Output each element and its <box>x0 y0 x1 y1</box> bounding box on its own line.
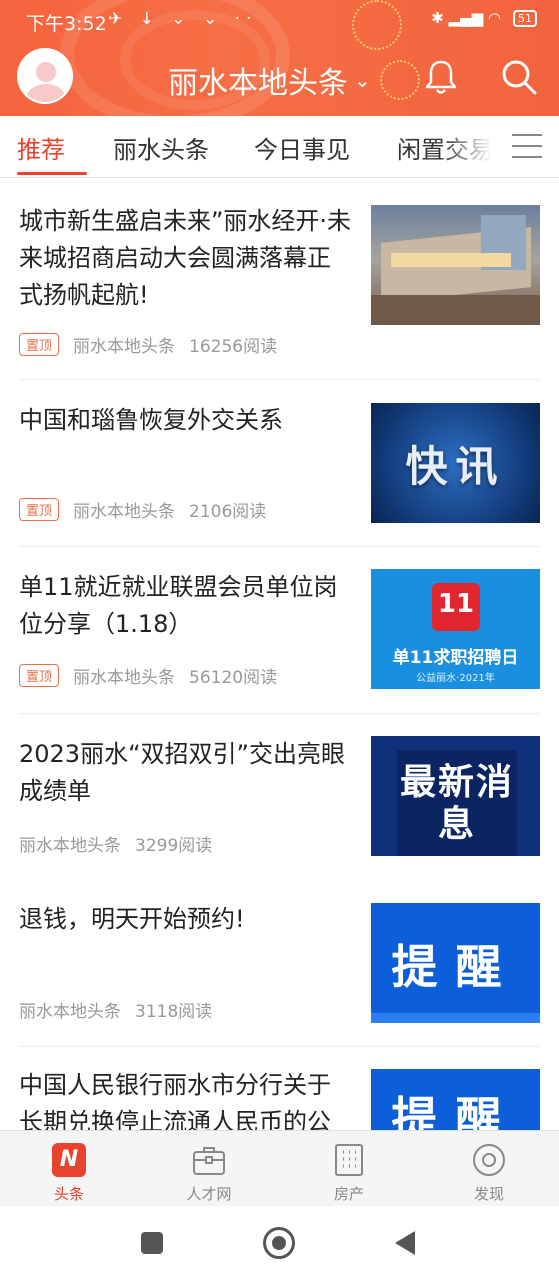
news-reads: 56120阅读 <box>189 668 278 688</box>
list-item[interactable]: 2023丽水“双招双引”交出亮眼成绩单 丽水本地头条 3299阅读 最新消息 <box>0 714 559 880</box>
avatar[interactable] <box>17 48 73 104</box>
job-fair-logo: 11 <box>432 583 480 631</box>
discover-icon <box>473 1144 505 1176</box>
news-thumbnail: 11 单11求职招聘日 公益丽水·2021年 <box>371 569 540 689</box>
thumbnail-text: 单11求职招聘日 <box>392 648 519 668</box>
home-button[interactable] <box>263 1227 295 1259</box>
signal-icons: ✱ ▂▄▆ ◠ <box>431 9 501 27</box>
nav-label: 房产 <box>333 1185 364 1203</box>
status-bar: 下午3:52 ✈ ↓ ⌄ ⌄ ·· ✱ ▂▄▆ ◠ 51 <box>0 0 559 40</box>
list-item[interactable]: 退钱，明天开始预约! 丽水本地头条 3118阅读 提醒 <box>0 881 559 1047</box>
briefcase-icon <box>193 1147 225 1175</box>
notification-icons: ✈ ↓ ⌄ ⌄ ·· <box>108 9 258 29</box>
thumbnail-text: 快讯 <box>405 441 506 491</box>
app-header: 下午3:52 ✈ ↓ ⌄ ⌄ ·· ✱ ▂▄▆ ◠ 51 丽水本地头条 ⌄ <box>0 0 559 116</box>
news-title: 城市新生盛启未来”丽水经开·未来城招商启动大会圆满落幕正式扬帆起航! <box>19 207 352 309</box>
news-thumbnail <box>371 205 540 325</box>
nav-talent[interactable]: 人才网 <box>164 1131 254 1207</box>
news-source: 丽水本地头条 <box>73 668 176 688</box>
news-thumbnail: 最新消息 <box>371 736 540 856</box>
nav-property[interactable]: 房产 <box>304 1131 394 1207</box>
list-item[interactable]: 中国和瑙鲁恢复外交关系 置顶 丽水本地头条 2106阅读 快讯 <box>0 380 559 546</box>
news-source: 丽水本地头条 <box>73 337 176 357</box>
news-title: 中国和瑙鲁恢复外交关系 <box>19 406 283 434</box>
avatar-head <box>36 62 56 82</box>
news-reads: 16256阅读 <box>189 337 278 357</box>
news-thumbnail: 提醒 <box>371 1069 540 1130</box>
chevron-down-icon: ⌄ <box>354 68 371 92</box>
nav-label: 发现 <box>473 1185 504 1203</box>
app-title: 丽水本地头条 <box>168 66 348 101</box>
nav-discover[interactable]: 发现 <box>444 1131 534 1207</box>
headlines-icon: N <box>52 1143 86 1177</box>
news-meta: 置顶 丽水本地头条 56120阅读 <box>19 663 277 688</box>
pinned-badge: 置顶 <box>19 664 60 687</box>
system-nav-bar <box>0 1206 559 1280</box>
nav-headlines[interactable]: N 头条 <box>24 1131 114 1207</box>
news-feed: 城市新生盛启未来”丽水经开·未来城招商启动大会圆满落幕正式扬帆起航! 置顶 丽水… <box>0 179 559 1130</box>
news-reads: 2106阅读 <box>189 502 267 522</box>
building-icon <box>335 1144 363 1176</box>
tab-today[interactable]: 今日事见 <box>254 130 350 165</box>
news-source: 丽水本地头条 <box>19 836 121 856</box>
category-tabs: 推荐 丽水头条 今日事见 闲置交易 <box>0 116 559 178</box>
list-item[interactable]: 城市新生盛启未来”丽水经开·未来城招商启动大会圆满落幕正式扬帆起航! 置顶 丽水… <box>0 179 559 379</box>
menu-icon[interactable] <box>512 134 542 160</box>
news-thumbnail: 提醒 <box>371 903 540 1023</box>
app-title-selector[interactable]: 丽水本地头条 ⌄ <box>168 58 371 102</box>
firework-decoration <box>380 60 420 100</box>
thumbnail-subtext: 公益丽水·2021年 <box>416 673 495 684</box>
thumbnail-text: 最新消息 <box>399 762 514 845</box>
news-reads: 3299阅读 <box>135 836 213 856</box>
news-title: 单11就近就业联盟会员单位岗位分享（1.18） <box>19 573 338 638</box>
news-meta: 置顶 丽水本地头条 2106阅读 <box>19 497 266 522</box>
thumbnail-text: 提醒 <box>391 940 520 994</box>
news-title: 中国人民银行丽水市分行关于长期兑换停止流通人民币的公 <box>19 1071 331 1130</box>
tab-fade <box>440 116 505 176</box>
news-source: 丽水本地头条 <box>73 502 176 522</box>
thumbnail-text: 提醒 <box>391 1092 520 1130</box>
status-right: ✱ ▂▄▆ ◠ 51 <box>431 9 537 27</box>
bell-icon[interactable] <box>424 58 458 96</box>
tab-lishui-headlines[interactable]: 丽水头条 <box>113 130 209 165</box>
news-source: 丽水本地头条 <box>19 1002 121 1022</box>
bottom-nav: N 头条 人才网 房产 发现 <box>0 1130 559 1206</box>
back-button[interactable] <box>395 1231 415 1255</box>
tab-recommend[interactable]: 推荐 <box>17 130 65 165</box>
news-reads: 3118阅读 <box>135 1002 213 1022</box>
list-item[interactable]: 中国人民银行丽水市分行关于长期兑换停止流通人民币的公 提醒 <box>0 1047 559 1130</box>
status-time: 下午3:52 <box>26 13 107 35</box>
news-thumbnail: 快讯 <box>371 403 540 523</box>
news-meta: 丽水本地头条 3299阅读 <box>19 831 212 856</box>
news-meta: 置顶 丽水本地头条 16256阅读 <box>19 332 277 357</box>
recent-apps-button[interactable] <box>141 1232 163 1254</box>
nav-label: 头条 <box>53 1185 84 1203</box>
news-title: 2023丽水“双招双引”交出亮眼成绩单 <box>19 740 345 805</box>
pinned-badge: 置顶 <box>19 333 60 356</box>
active-tab-indicator <box>17 172 87 175</box>
search-icon[interactable] <box>500 58 538 96</box>
pinned-badge: 置顶 <box>19 498 60 521</box>
news-title: 退钱，明天开始预约! <box>19 905 245 933</box>
list-item[interactable]: 单11就近就业联盟会员单位岗位分享（1.18） 置顶 丽水本地头条 56120阅… <box>0 547 559 713</box>
battery-icon: 51 <box>513 9 537 27</box>
news-meta: 丽水本地头条 3118阅读 <box>19 997 212 1022</box>
avatar-body <box>26 84 66 102</box>
nav-label: 人才网 <box>186 1185 232 1203</box>
